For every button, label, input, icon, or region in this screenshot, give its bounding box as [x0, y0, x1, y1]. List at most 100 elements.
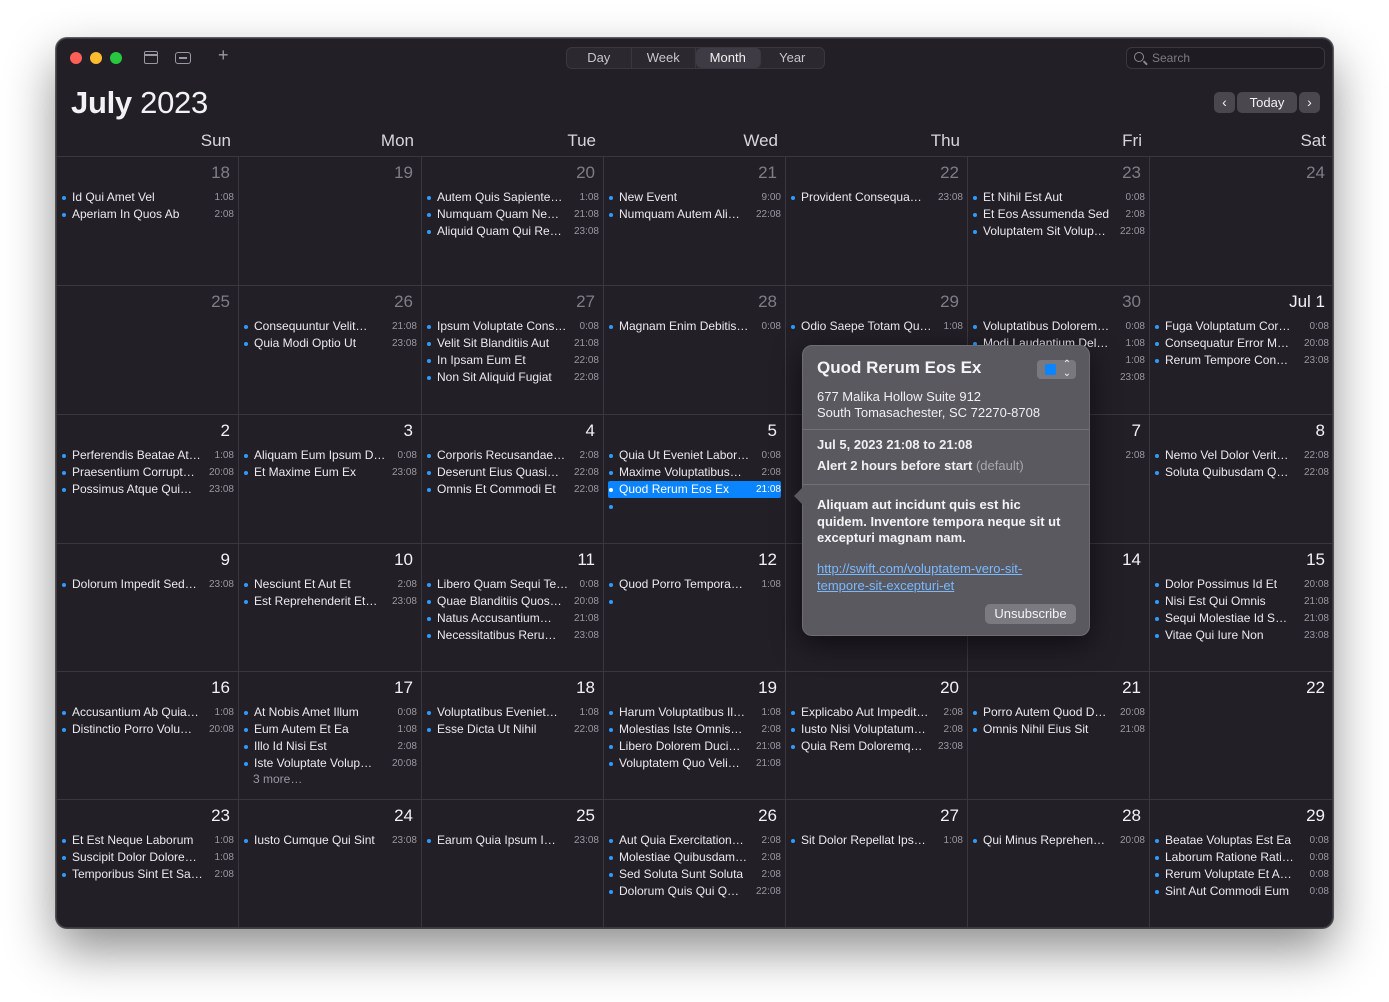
more-events-link[interactable]: 3 more…: [253, 772, 302, 786]
day-cell[interactable]: 11 Libero Quam Sequi Te… 0:08 Quae Blanditi…: [422, 544, 604, 672]
event-item[interactable]: Molestias Iste Omnis… 2:08: [608, 721, 781, 738]
event-item[interactable]: Provident Consequa… 23:08: [790, 189, 963, 206]
event-item[interactable]: Velit Sit Blanditiis Aut 21:08: [426, 335, 599, 352]
day-cell[interactable]: 17 At Nobis Amet Illum 0:08 Eum Autem Et Ea…: [239, 672, 422, 800]
event-item[interactable]: Natus Accusantium… 21:08: [426, 610, 599, 627]
event-item[interactable]: Consequatur Error M… 20:08: [1154, 335, 1329, 352]
event-item[interactable]: Sed Soluta Sunt Soluta 2:08: [608, 866, 781, 883]
event-item[interactable]: Soluta Quibusdam Q… 22:08: [1154, 464, 1329, 481]
day-cell[interactable]: 3 Aliquam Eum Ipsum D… 0:08 Et Maxime Eum E…: [239, 415, 422, 544]
day-cell[interactable]: 19: [239, 157, 422, 286]
view-week-tab[interactable]: Week: [632, 48, 696, 68]
event-item[interactable]: Dolorum Quis Qui Q… 22:08: [608, 883, 781, 900]
day-cell[interactable]: 19 Harum Voluptatibus Il… 1:08 Molestias Is…: [604, 672, 786, 800]
day-cell[interactable]: 9 Dolorum Impedit Sed… 23:08: [57, 544, 239, 672]
event-item[interactable]: Aperiam In Quos Ab 2:08: [61, 206, 234, 223]
day-cell[interactable]: 5 Quia Ut Eveniet Labor… 0:08 Maxime Volupt…: [604, 415, 786, 544]
day-cell[interactable]: 26 Consequuntur Velit… 21:08 Quia Modi Opti…: [239, 286, 422, 415]
day-cell[interactable]: 20 Autem Quis Sapiente… 1:08 Numquam Quam N…: [422, 157, 604, 286]
day-cell[interactable]: 16 Accusantium Ab Quia… 1:08 Distinctio Por…: [57, 672, 239, 800]
event-date-time[interactable]: Jul 5, 2023 21:08 to 21:08: [817, 437, 972, 452]
event-item[interactable]: Beatae Voluptas Est Ea 0:08: [1154, 832, 1329, 849]
event-item[interactable]: Explicabo Aut Impedit… 2:08: [790, 704, 963, 721]
event-item[interactable]: Dolorum Impedit Sed… 23:08: [61, 576, 234, 593]
day-cell[interactable]: 18 Voluptatibus Eveniet… 1:08 Esse Dicta Ut…: [422, 672, 604, 800]
day-cell[interactable]: 24: [1150, 157, 1332, 286]
view-year-tab[interactable]: Year: [761, 48, 825, 68]
event-item[interactable]: Non Sit Aliquid Fugiat 22:08: [426, 369, 599, 386]
event-item[interactable]: Possimus Atque Qui… 23:08: [61, 481, 234, 498]
previous-month-button[interactable]: ‹: [1214, 92, 1235, 113]
day-cell[interactable]: 20 Explicabo Aut Impedit… 2:08 Iusto Nisi V…: [786, 672, 968, 800]
day-cell[interactable]: 4 Corporis Recusandae… 2:08 Deserunt Eius Q…: [422, 415, 604, 544]
calendar-color-picker[interactable]: ⌃ ⌄: [1037, 360, 1076, 379]
event-notes[interactable]: Aliquam aut incidunt quis est hic quidem…: [817, 497, 1071, 547]
event-item[interactable]: Suscipit Dolor Dolore… 1:08: [61, 849, 234, 866]
event-item[interactable]: Sit Dolor Repellat Ips… 1:08: [790, 832, 963, 849]
event-item[interactable]: Illo Id Nisi Est 2:08: [243, 738, 417, 755]
event-item[interactable]: Numquam Autem Ali… 22:08: [608, 206, 781, 223]
event-item[interactable]: New Event 9:00: [608, 189, 781, 206]
day-cell[interactable]: 27 Ipsum Voluptate Cons… 0:08 Velit Sit Bla…: [422, 286, 604, 415]
day-cell[interactable]: 8 Nemo Vel Dolor Verit… 22:08 Soluta Quibus…: [1150, 415, 1332, 544]
day-cell[interactable]: 23 Et Est Neque Laborum 1:08 Suscipit Dolor…: [57, 800, 239, 927]
event-item[interactable]: Et Est Neque Laborum 1:08: [61, 832, 234, 849]
event-item[interactable]: Aut Quia Exercitation… 2:08: [608, 832, 781, 849]
day-cell[interactable]: 21 New Event 9:00 Numquam Autem Ali… 22:08: [604, 157, 786, 286]
event-item[interactable]: Quod Porro Tempora… 1:08: [608, 576, 781, 593]
day-cell[interactable]: 21 Porro Autem Quod D… 20:08 Omnis Nihil Ei…: [968, 672, 1150, 800]
day-cell[interactable]: 29 Beatae Voluptas Est Ea 0:08 Laborum Rati…: [1150, 800, 1332, 927]
day-cell[interactable]: Jul 1 Fuga Voluptatum Cor… 0:08 Consequatur…: [1150, 286, 1332, 415]
event-item[interactable]: [608, 593, 781, 610]
event-item[interactable]: Omnis Nihil Eius Sit 21:08: [972, 721, 1145, 738]
popover-title[interactable]: Quod Rerum Eos Ex: [817, 358, 981, 378]
event-item[interactable]: Iste Voluptate Volup… 20:08: [243, 755, 417, 772]
event-item[interactable]: Necessitatibus Reru… 23:08: [426, 627, 599, 644]
event-item[interactable]: Aliquid Quam Qui Re… 23:08: [426, 223, 599, 240]
calendar-list-icon[interactable]: [144, 51, 158, 64]
event-item[interactable]: Earum Quia Ipsum I… 23:08: [426, 832, 599, 849]
zoom-window-button[interactable]: [110, 52, 122, 64]
event-item[interactable]: Et Eos Assumenda Sed 2:08: [972, 206, 1145, 223]
event-item[interactable]: Qui Minus Reprehen… 20:08: [972, 832, 1145, 849]
event-item[interactable]: Temporibus Sint Et Sa… 2:08: [61, 866, 234, 883]
event-item[interactable]: Praesentium Corrupt… 20:08: [61, 464, 234, 481]
event-item[interactable]: Voluptatibus Eveniet… 1:08: [426, 704, 599, 721]
event-item[interactable]: Sequi Molestiae Id S… 21:08: [1154, 610, 1329, 627]
day-cell[interactable]: 25 Earum Quia Ipsum I… 23:08: [422, 800, 604, 927]
event-item[interactable]: Rerum Tempore Con… 23:08: [1154, 352, 1329, 369]
unsubscribe-button[interactable]: Unsubscribe: [985, 604, 1076, 624]
day-cell[interactable]: 25: [57, 286, 239, 415]
day-cell[interactable]: 12 Quod Porro Tempora… 1:08: [604, 544, 786, 672]
event-item[interactable]: In Ipsam Eum Et 22:08: [426, 352, 599, 369]
event-item[interactable]: Quae Blanditiis Quos… 20:08: [426, 593, 599, 610]
event-item[interactable]: Perferendis Beatae At… 1:08: [61, 447, 234, 464]
day-cell[interactable]: 2 Perferendis Beatae At… 1:08 Praesentium C…: [57, 415, 239, 544]
event-item[interactable]: Deserunt Eius Quasi… 22:08: [426, 464, 599, 481]
event-item[interactable]: Omnis Et Commodi Et 22:08: [426, 481, 599, 498]
location-line-2[interactable]: South Tomasachester, SC 72270-8708: [817, 405, 1040, 420]
day-cell[interactable]: 18 Id Qui Amet Vel 1:08 Aperiam In Quos Ab 2…: [57, 157, 239, 286]
view-month-tab[interactable]: Month: [696, 48, 761, 68]
event-item[interactable]: Voluptatibus Dolorem… 0:08: [972, 318, 1145, 335]
event-item[interactable]: Harum Voluptatibus Il… 1:08: [608, 704, 781, 721]
event-item[interactable]: Autem Quis Sapiente… 1:08: [426, 189, 599, 206]
event-item[interactable]: Sint Aut Commodi Eum 0:08: [1154, 883, 1329, 900]
event-item[interactable]: Distinctio Porro Volu… 20:08: [61, 721, 234, 738]
event-item[interactable]: Quia Ut Eveniet Labor… 0:08: [608, 447, 781, 464]
event-item[interactable]: Quia Rem Doloremq… 23:08: [790, 738, 963, 755]
event-item[interactable]: Est Reprehenderit Et… 23:08: [243, 593, 417, 610]
event-item[interactable]: Libero Dolorem Duci… 21:08: [608, 738, 781, 755]
day-cell[interactable]: 15 Dolor Possimus Id Et 20:08 Nisi Est Qui …: [1150, 544, 1332, 672]
event-alert[interactable]: Alert 2 hours before start (default): [817, 458, 1024, 473]
day-cell[interactable]: 24 Iusto Cumque Qui Sint 23:08: [239, 800, 422, 927]
event-item[interactable]: Et Nihil Est Aut 0:08: [972, 189, 1145, 206]
event-item[interactable]: Ipsum Voluptate Cons… 0:08: [426, 318, 599, 335]
event-item[interactable]: Porro Autem Quod D… 20:08: [972, 704, 1145, 721]
event-item[interactable]: Iusto Nisi Voluptatum… 2:08: [790, 721, 963, 738]
event-item[interactable]: Consequuntur Velit… 21:08: [243, 318, 417, 335]
event-item[interactable]: Maxime Voluptatibus… 2:08: [608, 464, 781, 481]
next-month-button[interactable]: ›: [1299, 92, 1320, 113]
event-item-selected[interactable]: Quod Rerum Eos Ex 21:08: [608, 481, 781, 498]
event-item[interactable]: Accusantium Ab Quia… 1:08: [61, 704, 234, 721]
